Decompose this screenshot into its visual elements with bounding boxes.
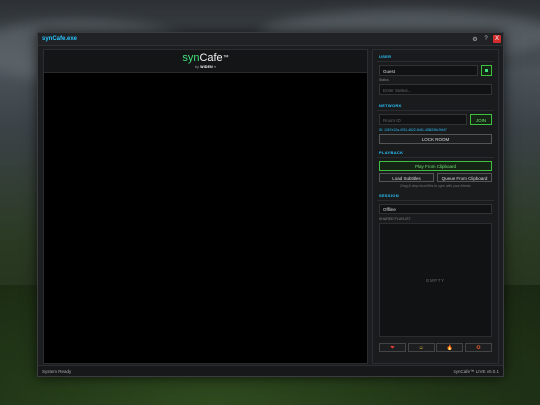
- window-title: synCafe.exe: [42, 36, 78, 42]
- video-player[interactable]: synCafe™ by WIDEN ▾: [43, 49, 368, 364]
- heart-reaction-button[interactable]: ❤: [379, 343, 406, 352]
- app-window: synCafe.exe ⚙ ? X synCafe™ by WIDEN ▾ US…: [37, 32, 504, 377]
- fire-reaction-button[interactable]: 🔥: [436, 343, 464, 352]
- player-header: synCafe™ by WIDEN ▾: [44, 50, 367, 73]
- load-subtitles-button[interactable]: Load Subtitles: [379, 173, 434, 182]
- status-label: Status: [379, 78, 389, 82]
- byline-prefix: by: [194, 65, 200, 69]
- version-text: synCafe™ LIVE v0.0.1: [453, 368, 499, 374]
- logo-syn: syn: [182, 52, 200, 64]
- play-from-clipboard-button[interactable]: Play From Clipboard: [379, 161, 492, 171]
- byline: by WIDEN ▾: [44, 65, 367, 69]
- title-bar[interactable]: synCafe.exe ⚙ ? X: [38, 33, 503, 46]
- status-text: System Ready: [42, 368, 72, 374]
- lock-room-button[interactable]: LOCK ROOM: [379, 134, 492, 144]
- settings-icon[interactable]: ⚙: [471, 36, 479, 43]
- status-input[interactable]: Enter Status...: [379, 84, 492, 95]
- shared-playlist[interactable]: EMPTY: [379, 223, 492, 337]
- queue-from-clipboard-button[interactable]: Queue From Clipboard: [437, 173, 492, 182]
- logo-tm: ™: [222, 55, 229, 61]
- divider: [377, 200, 494, 201]
- join-button[interactable]: JOIN: [470, 114, 492, 125]
- sidebar: USER Guest Status Enter Status... NETWOR…: [372, 49, 499, 364]
- room-id-text[interactable]: ID: 1267e12a-4761-4622-9d11-4f38236c7bf4…: [379, 128, 492, 132]
- session-mode-select[interactable]: Offline: [379, 204, 492, 214]
- network-section-label: NETWORK: [379, 103, 402, 108]
- help-icon[interactable]: ?: [482, 36, 490, 42]
- playback-section-label: PLAYBACK: [379, 150, 404, 155]
- session-section-label: SESSION: [379, 193, 399, 198]
- divider: [377, 157, 494, 158]
- byline-caret: ▾: [214, 65, 217, 69]
- user-color-button[interactable]: [481, 65, 492, 76]
- status-bar: System Ready synCafe™ LIVE v0.0.1: [38, 365, 503, 376]
- room-id-input[interactable]: Room ID: [379, 114, 467, 125]
- drag-drop-hint: Drag & drop local files to sync with you…: [400, 184, 471, 188]
- divider: [377, 61, 494, 62]
- shared-playlist-label: SHARED PLAYLIST: [379, 217, 411, 221]
- divider: [377, 110, 494, 111]
- app-logo: synCafe™: [44, 50, 367, 64]
- playlist-empty-label: EMPTY: [426, 277, 445, 283]
- logo-cafe: Cafe: [199, 52, 223, 64]
- username-field[interactable]: Guest: [379, 65, 478, 76]
- color-swatch-icon: [485, 69, 488, 72]
- close-icon[interactable]: X: [493, 35, 501, 43]
- user-section-label: USER: [379, 54, 392, 59]
- smile-reaction-button[interactable]: ☺: [407, 343, 435, 352]
- star-reaction-button[interactable]: ✪: [464, 343, 492, 352]
- byline-brand: WIDEN: [200, 65, 213, 69]
